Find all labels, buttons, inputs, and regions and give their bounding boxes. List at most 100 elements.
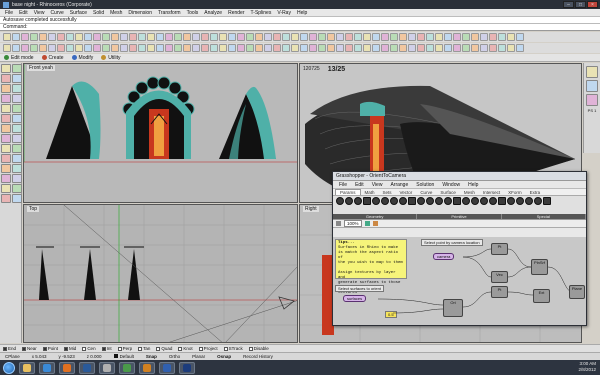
toolbar-tool-icon[interactable] — [174, 33, 182, 41]
palette-tool-icon[interactable] — [12, 114, 22, 123]
menu-transform[interactable]: Transform — [155, 10, 184, 16]
gh-preview-icon[interactable] — [364, 221, 370, 226]
toolbar-tool-icon[interactable] — [318, 44, 326, 52]
toolbar-tool-icon[interactable] — [300, 44, 308, 52]
menu-dimension[interactable]: Dimension — [125, 10, 155, 16]
toolbar-tool-icon[interactable] — [417, 44, 425, 52]
toolbar-tool-icon[interactable] — [147, 44, 155, 52]
osnap-mid[interactable]: Mid — [64, 346, 76, 351]
toolbar-tool-icon[interactable] — [165, 33, 173, 41]
palette-tool-icon[interactable] — [1, 194, 11, 203]
toolbar-tool-icon[interactable] — [120, 44, 128, 52]
toolbar-tool-icon[interactable] — [192, 44, 200, 52]
palette-tool-icon[interactable] — [12, 64, 22, 73]
gh-component-icon[interactable] — [408, 197, 416, 205]
palette-tool-icon[interactable] — [12, 74, 22, 83]
gh-menu-help[interactable]: Help — [464, 182, 482, 188]
toolbar-tool-icon[interactable] — [75, 33, 83, 41]
toolbar-tool-icon[interactable] — [318, 33, 326, 41]
toolbar-tool-icon[interactable] — [471, 44, 479, 52]
toolbar-tool-icon[interactable] — [201, 44, 209, 52]
osnap-checkbox[interactable] — [198, 346, 203, 351]
palette-tool-icon[interactable] — [12, 194, 22, 203]
osnap-perp[interactable]: Perp — [117, 346, 132, 351]
osnap-checkbox[interactable] — [101, 346, 106, 351]
toolbar-tool-icon[interactable] — [336, 33, 344, 41]
toolbar-tool-icon[interactable] — [219, 44, 227, 52]
toolbar-tool-icon[interactable] — [264, 33, 272, 41]
toolbar-tool-icon[interactable] — [21, 44, 29, 52]
toolbar-tool-icon[interactable] — [435, 44, 443, 52]
toolbar-tool-icon[interactable] — [102, 33, 110, 41]
palette-tool-icon[interactable] — [1, 134, 11, 143]
gh-menu-arrange[interactable]: Arrange — [386, 182, 412, 188]
gh-node-plane[interactable]: Plane — [569, 285, 585, 299]
toolbar-tool-icon[interactable] — [363, 33, 371, 41]
palette-tool-icon[interactable] — [1, 94, 11, 103]
gh-file-icon[interactable] — [336, 221, 341, 226]
osnap-checkbox[interactable] — [248, 346, 253, 351]
osnap-tan[interactable]: Tan — [138, 346, 150, 351]
toolbar-tool-icon[interactable] — [435, 33, 443, 41]
gh-tab-xform[interactable]: XForm — [504, 190, 526, 195]
palette-tool-icon[interactable] — [1, 74, 11, 83]
toolbar-tool-icon[interactable] — [183, 33, 191, 41]
toolbar-tool-icon[interactable] — [372, 33, 380, 41]
toolbar-tool-icon[interactable] — [381, 33, 389, 41]
toolbar-tool-icon[interactable] — [111, 33, 119, 41]
palette-tool-icon[interactable] — [1, 124, 11, 133]
palette-tool-icon[interactable] — [1, 114, 11, 123]
toolbar-tool-icon[interactable] — [453, 44, 461, 52]
toolbar-tool-icon[interactable] — [417, 33, 425, 41]
osnap-checkbox[interactable] — [223, 346, 228, 351]
taskbar-illustrator[interactable] — [139, 361, 155, 374]
toolbar-tool-icon[interactable] — [48, 44, 56, 52]
gh-tab-intersect[interactable]: Intersect — [479, 190, 504, 195]
gh-component-icon[interactable] — [462, 197, 470, 205]
gh-component-icon[interactable] — [426, 197, 434, 205]
toolbar-tool-icon[interactable] — [363, 44, 371, 52]
gh-component-icon[interactable] — [507, 197, 515, 205]
taskbar-media[interactable] — [39, 361, 55, 374]
menu-curve[interactable]: Curve — [47, 10, 66, 16]
start-button[interactable] — [3, 361, 15, 374]
menu-tools[interactable]: Tools — [184, 10, 202, 16]
gh-component-icon[interactable] — [453, 197, 461, 205]
taskbar-ps[interactable] — [179, 361, 195, 374]
toolbar-tool-icon[interactable] — [498, 33, 506, 41]
gh-menu-edit[interactable]: Edit — [351, 182, 368, 188]
toolbar-tool-icon[interactable] — [309, 33, 317, 41]
gh-component-icon[interactable] — [390, 197, 398, 205]
grasshopper-canvas[interactable]: Tips... Surfaces in Rhino to make is mat… — [333, 237, 586, 325]
gh-menu-solution[interactable]: Solution — [412, 182, 438, 188]
gh-component-icon[interactable] — [534, 197, 542, 205]
toolbar-tool-icon[interactable] — [201, 33, 209, 41]
toolbar-tool-icon[interactable] — [273, 44, 281, 52]
toolbar-tool-icon[interactable] — [354, 33, 362, 41]
toolbar-tool-icon[interactable] — [273, 33, 281, 41]
toolbar-tool-icon[interactable] — [12, 33, 20, 41]
toolbar-tool-icon[interactable] — [75, 44, 83, 52]
osnap-end[interactable]: End — [3, 346, 16, 351]
material-icon[interactable] — [586, 94, 598, 106]
toolbar-tool-icon[interactable] — [327, 33, 335, 41]
gh-component-icon[interactable] — [363, 197, 371, 205]
taskbar-photoshop[interactable] — [79, 361, 95, 374]
toolbar-tool-icon[interactable] — [210, 33, 218, 41]
toolbar-tool-icon[interactable] — [444, 33, 452, 41]
toolbar-tool-icon[interactable] — [345, 33, 353, 41]
toolbar-tool-icon[interactable] — [30, 44, 38, 52]
toolbar-tool-icon[interactable] — [129, 44, 137, 52]
toolbar-tool-icon[interactable] — [156, 33, 164, 41]
toolbar-tool-icon[interactable] — [444, 44, 452, 52]
palette-tool-icon[interactable] — [1, 64, 11, 73]
menu-surface[interactable]: Surface — [67, 10, 90, 16]
toolbar-tool-icon[interactable] — [12, 44, 20, 52]
toolbar-tool-icon[interactable] — [120, 33, 128, 41]
palette-tool-icon[interactable] — [12, 174, 22, 183]
toolbar-tool-icon[interactable] — [381, 44, 389, 52]
toolbar-tool-icon[interactable] — [84, 33, 92, 41]
toolbar-tool-icon[interactable] — [246, 44, 254, 52]
toolbar-tool-icon[interactable] — [48, 33, 56, 41]
gh-component-icon[interactable] — [381, 197, 389, 205]
